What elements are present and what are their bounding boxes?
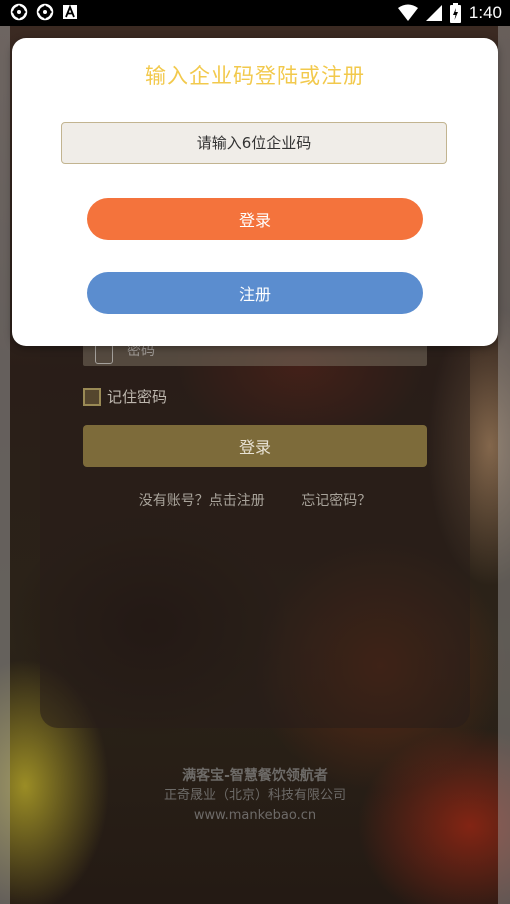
lock-icon [95,344,113,364]
footer-company: 正奇晟业（北京）科技有限公司 [163,788,346,803]
enterprise-code-dialog: 输入企业码登陆或注册 登录 注册 [12,38,498,346]
register-button[interactable]: 注册 [87,272,423,314]
remember-password[interactable]: 记住密码 [83,386,167,407]
sync-icon-2 [36,3,54,21]
forgot-password-link[interactable]: 忘记密码？ [301,493,371,509]
battery-icon [449,3,461,23]
status-right-icons: 1:40 [397,2,502,24]
background-links: 没有账号？点击注册 忘记密码？ [0,490,510,510]
footer-brand: 满客宝-智慧餐饮领航者 [182,768,328,784]
footer-url: www.mankebao.cn [193,808,317,823]
remember-checkbox[interactable] [83,387,101,406]
wifi-icon [397,4,418,21]
login-button[interactable]: 登录 [87,198,423,240]
dialog-title: 输入企业码登陆或注册 [145,64,365,88]
status-time: 1:40 [468,3,502,22]
sync-icon [10,3,28,21]
background-login-button[interactable]: 登录 [83,425,427,467]
remember-label: 记住密码 [107,388,168,406]
footer: 满客宝-智慧餐饮领航者 正奇晟业（北京）科技有限公司 www.mankebao.… [0,766,510,826]
signal-icon [425,5,442,21]
status-bar: 1:40 [0,0,510,26]
a-icon [63,4,77,19]
register-link[interactable]: 没有账号？点击注册 [139,493,265,509]
status-left-icons [10,3,78,21]
enterprise-code-input[interactable] [61,122,447,164]
